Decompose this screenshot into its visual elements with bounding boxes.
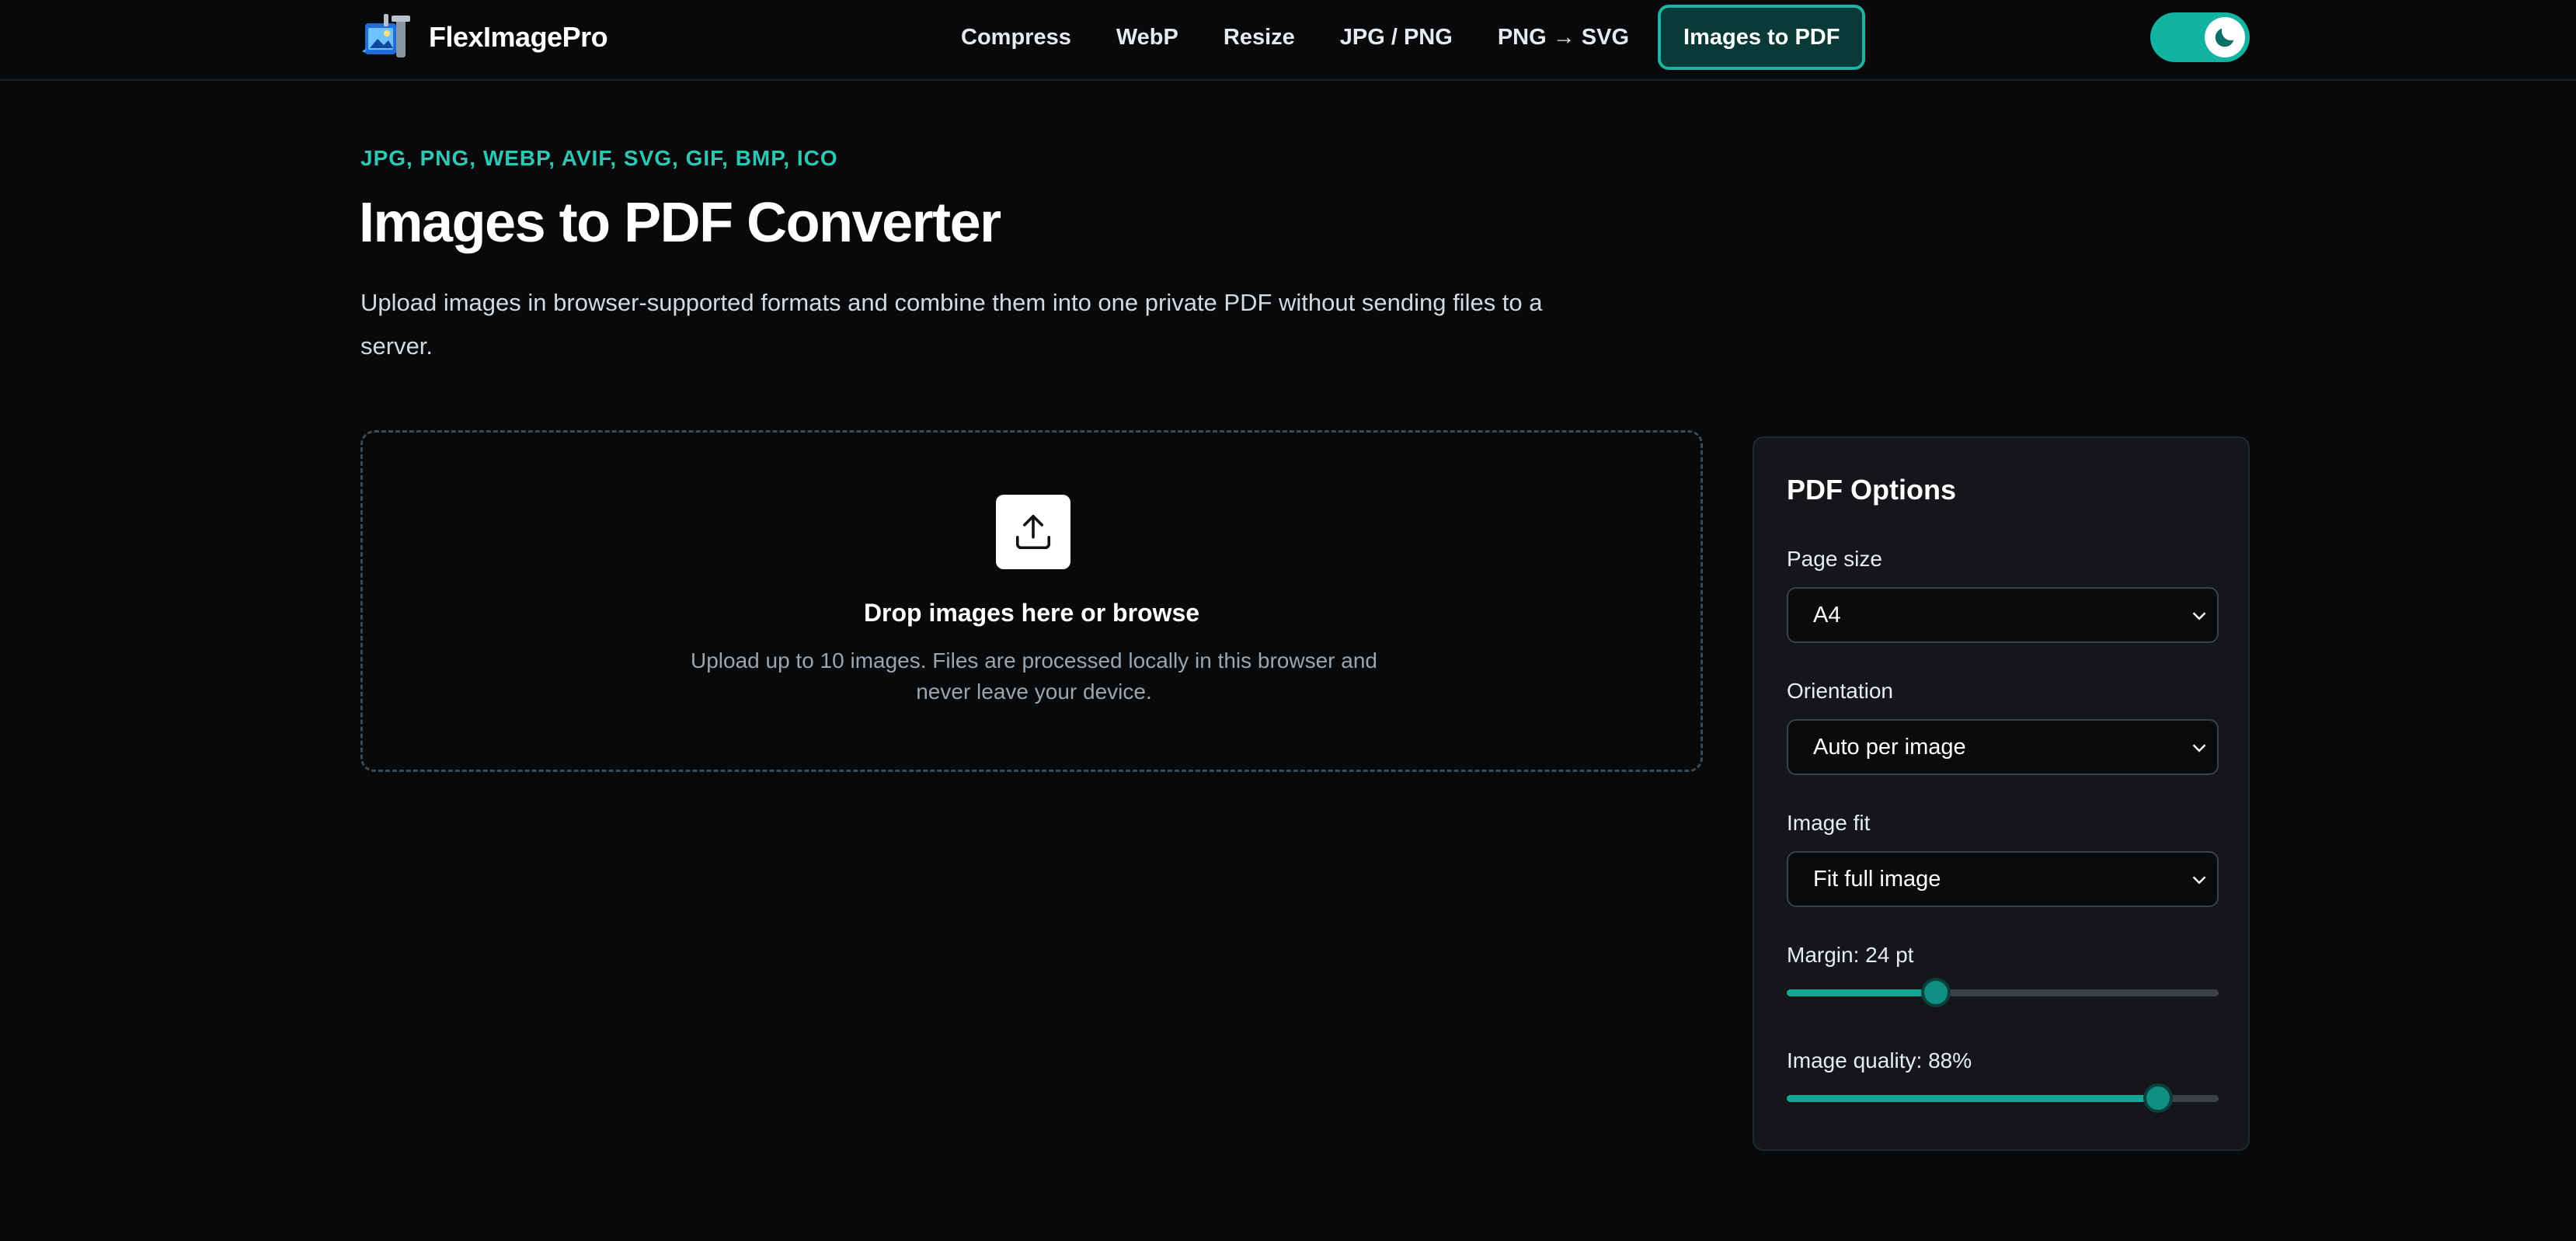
margin-slider-thumb[interactable]	[1920, 978, 1951, 1007]
top-header: FlexImagePro Compress WebP Resize JPG / …	[0, 0, 2576, 81]
chevron-down-icon	[2192, 876, 2206, 885]
pdf-options-title: PDF Options	[1787, 474, 1956, 506]
margin-slider-fill	[1787, 989, 1936, 996]
orientation-value: Auto per image	[1813, 734, 1966, 760]
margin-slider[interactable]	[1787, 977, 2219, 1008]
brand-logo[interactable]: FlexImagePro	[360, 11, 608, 64]
image-quality-slider[interactable]	[1787, 1083, 2219, 1114]
vise-image-logo-icon	[362, 14, 410, 57]
upload-icon-box[interactable]	[996, 495, 1070, 569]
orientation-select[interactable]: Auto per image	[1787, 719, 2219, 775]
nav-item-webp[interactable]: WebP	[1094, 5, 1201, 70]
image-quality-slider-thumb[interactable]	[2143, 1083, 2174, 1113]
theme-toggle[interactable]	[2150, 12, 2250, 62]
upload-icon	[1015, 514, 1051, 550]
theme-toggle-knob	[2205, 17, 2245, 57]
dropzone-title[interactable]: Drop images here or browse	[363, 599, 1701, 627]
nav-item-images-to-pdf[interactable]: Images to PDF	[1658, 5, 1866, 70]
chevron-down-icon	[2192, 612, 2206, 620]
moon-icon	[2215, 28, 2234, 47]
image-quality-slider-fill	[1787, 1095, 2159, 1102]
pdf-options-panel: PDF Options Page size A4 Orientation Aut…	[1753, 436, 2250, 1151]
nav-item-jpg-png[interactable]: JPG / PNG	[1318, 5, 1475, 70]
image-fit-label: Image fit	[1787, 811, 1871, 835]
page-size-label: Page size	[1787, 547, 1882, 571]
main-nav: Compress WebP Resize JPG / PNG PNG → SVG…	[938, 5, 1866, 70]
nav-item-compress[interactable]: Compress	[938, 5, 1094, 70]
image-fit-select[interactable]: Fit full image	[1787, 851, 2219, 907]
nav-item-resize[interactable]: Resize	[1201, 5, 1318, 70]
orientation-label: Orientation	[1787, 679, 1893, 703]
nav-item-png-to-svg[interactable]: PNG → SVG	[1475, 5, 1652, 70]
brand-name: FlexImagePro	[429, 21, 608, 53]
chevron-down-icon	[2192, 744, 2206, 753]
margin-label: Margin: 24 pt	[1787, 943, 1914, 967]
image-quality-label: Image quality: 88%	[1787, 1048, 1972, 1072]
image-dropzone[interactable]: Drop images here or browse Upload up to …	[360, 430, 1703, 772]
dropzone-description: Upload up to 10 images. Files are proces…	[690, 648, 1377, 704]
page-title: Images to PDF Converter	[359, 192, 1001, 254]
page-subtitle: Upload images in browser-supported forma…	[360, 289, 1543, 360]
page-size-select[interactable]: A4	[1787, 587, 2219, 643]
page-size-value: A4	[1813, 602, 1841, 627]
image-fit-value: Fit full image	[1813, 866, 1941, 892]
supported-formats: JPG, PNG, WEBP, AVIF, SVG, GIF, BMP, ICO	[360, 146, 838, 170]
